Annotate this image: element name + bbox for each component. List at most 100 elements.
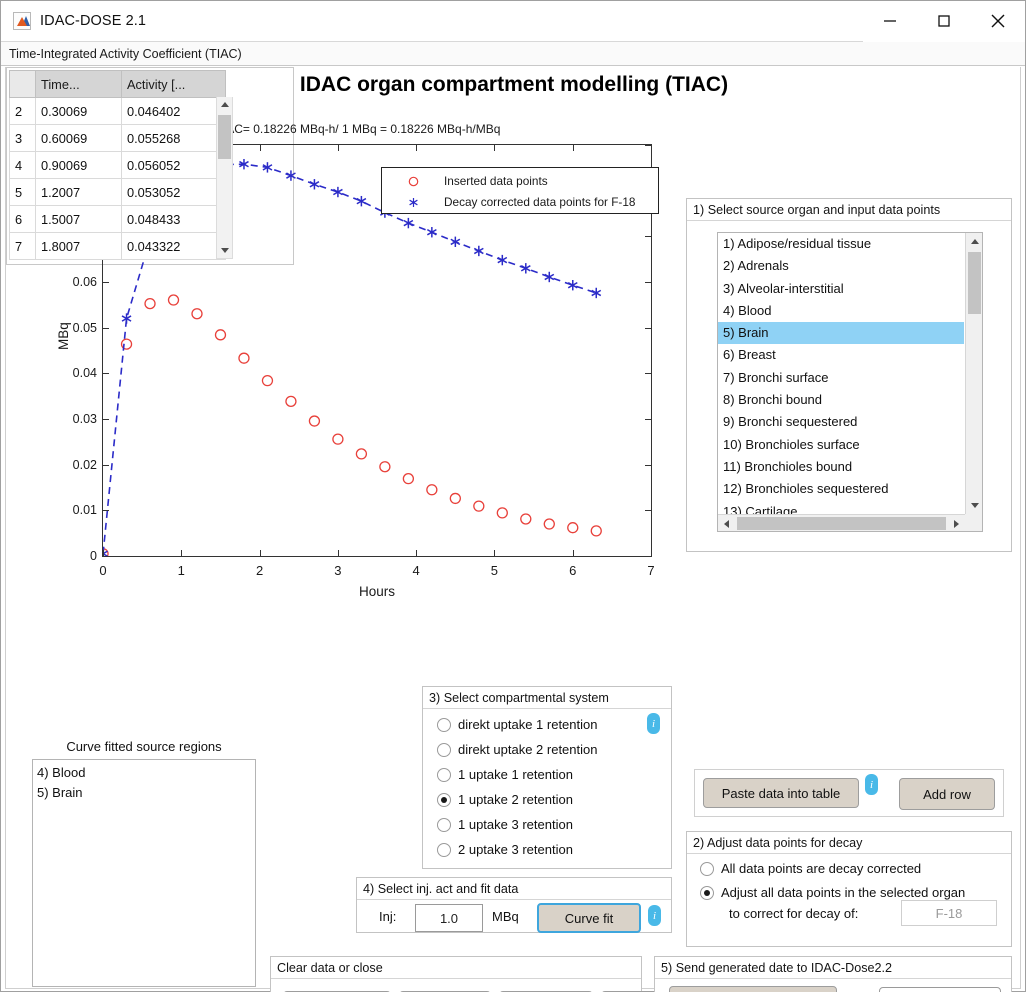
- table-row[interactable]: 51.20070.053052: [10, 179, 226, 206]
- curve-fitted-listbox[interactable]: 4) Blood5) Brain: [32, 759, 256, 987]
- radio-compartment-option[interactable]: 1 uptake 1 retention: [437, 767, 573, 782]
- scroll-thumb[interactable]: [968, 252, 981, 314]
- source-organ-panel-title: 1) Select source organ and input data po…: [687, 199, 1011, 221]
- table-row[interactable]: 20.300690.046402: [10, 98, 226, 125]
- table-cell-time[interactable]: 0.30069: [36, 98, 122, 125]
- organ-list-horizontal-scrollbar[interactable]: [718, 514, 965, 531]
- radio-compartment-option[interactable]: direkt uptake 2 retention: [437, 742, 597, 757]
- chart-ytick-mark: [103, 556, 109, 557]
- add-row-button[interactable]: Add row: [899, 778, 995, 810]
- paste-data-into-table-button[interactable]: Paste data into table: [703, 778, 859, 808]
- table-vertical-scrollbar[interactable]: [216, 97, 233, 259]
- organ-list-item[interactable]: 7) Bronchi surface: [718, 367, 964, 389]
- radio-icon[interactable]: [700, 886, 714, 900]
- curve-fitted-list-item[interactable]: 4) Blood: [33, 763, 255, 783]
- radio-icon[interactable]: [437, 718, 451, 732]
- inj-activity-input[interactable]: 1.0: [415, 904, 483, 932]
- radio-compartment-option[interactable]: 2 uptake 3 retention: [437, 842, 573, 857]
- title-bar: IDAC-DOSE 2.1: [1, 1, 1025, 42]
- organ-list-item[interactable]: 4) Blood: [718, 300, 964, 322]
- scroll-up-icon[interactable]: [217, 97, 232, 112]
- radio-compartment-option[interactable]: 1 uptake 3 retention: [437, 817, 573, 832]
- radio-label: direkt uptake 1 retention: [458, 717, 597, 732]
- chart-point-inserted: [544, 519, 554, 529]
- chart-xtick-label: 5: [491, 563, 498, 578]
- organ-list-item[interactable]: 11) Bronchioles bound: [718, 456, 964, 478]
- organ-list-item[interactable]: 8) Bronchi bound: [718, 389, 964, 411]
- organ-list-item[interactable]: 12) Bronchioles sequestered: [718, 478, 964, 500]
- phantom-dropdown[interactable]: All phantoms: [879, 987, 1001, 992]
- close-icon[interactable]: [971, 1, 1025, 42]
- organ-list-item[interactable]: 1) Adipose/residual tissue: [718, 233, 964, 255]
- nuclide-field[interactable]: F-18: [901, 900, 997, 926]
- curve-fit-button[interactable]: Curve fit: [537, 903, 641, 933]
- info-icon-paste[interactable]: i: [865, 774, 878, 795]
- table-cell-activity[interactable]: 0.048433: [122, 206, 226, 233]
- radio-compartment-option[interactable]: direkt uptake 1 retention: [437, 717, 597, 732]
- table-cell-activity[interactable]: 0.053052: [122, 179, 226, 206]
- table-cell-time[interactable]: 0.60069: [36, 125, 122, 152]
- chart-point-inserted: [286, 396, 296, 406]
- table-cell-time[interactable]: 1.8007: [36, 233, 122, 260]
- radio-icon[interactable]: [437, 843, 451, 857]
- table-cell-activity[interactable]: 0.043322: [122, 233, 226, 260]
- radio-icon[interactable]: [437, 818, 451, 832]
- chart-xtick-mark: [573, 550, 574, 556]
- radio-all-decay-corrected[interactable]: All data points are decay corrected: [700, 861, 921, 876]
- scroll-down-icon[interactable]: [217, 243, 232, 258]
- chart-point-inserted: [215, 330, 225, 340]
- table-row[interactable]: 40.900690.056052: [10, 152, 226, 179]
- table-cell-rownum: 6: [10, 206, 36, 233]
- organ-list-item[interactable]: 10) Bronchioles surface: [718, 434, 964, 456]
- table-cell-time[interactable]: 1.2007: [36, 179, 122, 206]
- organ-list-item[interactable]: 3) Alveolar-interstitial: [718, 278, 964, 300]
- radio-icon[interactable]: [437, 793, 451, 807]
- table-cell-activity[interactable]: 0.055268: [122, 125, 226, 152]
- table-row[interactable]: 30.600690.055268: [10, 125, 226, 152]
- hscroll-thumb[interactable]: [737, 517, 946, 530]
- radio-adjust-for-decay[interactable]: Adjust all data points in the selected o…: [700, 885, 965, 900]
- curve-fitted-list-item[interactable]: 5) Brain: [33, 783, 255, 803]
- chart-ytick-mark: [645, 328, 651, 329]
- chart-xtick-mark: [181, 550, 182, 556]
- table-row[interactable]: 61.50070.048433: [10, 206, 226, 233]
- organ-list-item[interactable]: 9) Bronchi sequestered: [718, 411, 964, 433]
- clear-panel-title: Clear data or close: [271, 957, 641, 979]
- organ-listbox[interactable]: 1) Adipose/residual tissue2) Adrenals3) …: [717, 232, 983, 532]
- table-cell-activity[interactable]: 0.046402: [122, 98, 226, 125]
- organ-list-item[interactable]: 6) Breast: [718, 344, 964, 366]
- data-table-wrap: Time... Activity [... 20.300690.04640230…: [9, 70, 237, 260]
- scroll-down-icon[interactable]: [966, 497, 983, 514]
- th-activity[interactable]: Activity [...: [122, 71, 226, 98]
- chart-point-inserted: [450, 493, 460, 503]
- minimize-icon[interactable]: [863, 1, 917, 42]
- radio-compartment-option[interactable]: 1 uptake 2 retention: [437, 792, 573, 807]
- chart-point-inserted: [356, 449, 366, 459]
- radio-label-adjust: Adjust all data points in the selected o…: [721, 885, 965, 900]
- scroll-right-icon[interactable]: [948, 515, 965, 532]
- table-cell-rownum: 4: [10, 152, 36, 179]
- chart-ytick-mark: [103, 419, 109, 420]
- window-title: IDAC-DOSE 2.1: [40, 13, 146, 29]
- chart-ytick-mark: [645, 465, 651, 466]
- th-time[interactable]: Time...: [36, 71, 122, 98]
- data-table[interactable]: Time... Activity [... 20.300690.04640230…: [9, 70, 226, 260]
- radio-icon[interactable]: [437, 743, 451, 757]
- maximize-icon[interactable]: [917, 1, 971, 42]
- organ-list-item[interactable]: 2) Adrenals: [718, 255, 964, 277]
- update-idac-dose-button[interactable]: Update IDAC-Dose2.2: [669, 986, 837, 992]
- organ-list-vertical-scrollbar[interactable]: [965, 233, 982, 514]
- table-cell-time[interactable]: 0.90069: [36, 152, 122, 179]
- menu-item-tiac[interactable]: Time-Integrated Activity Coefficient (TI…: [1, 47, 242, 61]
- table-cell-activity[interactable]: 0.056052: [122, 152, 226, 179]
- radio-icon[interactable]: [437, 768, 451, 782]
- info-icon-compartment[interactable]: i: [647, 713, 660, 734]
- organ-list-item[interactable]: 5) Brain: [718, 322, 964, 344]
- scroll-up-icon[interactable]: [966, 233, 983, 250]
- radio-icon[interactable]: [700, 862, 714, 876]
- info-icon-injection[interactable]: i: [648, 905, 661, 926]
- scroll-thumb[interactable]: [218, 115, 231, 159]
- scroll-left-icon[interactable]: [718, 515, 735, 532]
- table-cell-time[interactable]: 1.5007: [36, 206, 122, 233]
- table-row[interactable]: 71.80070.043322: [10, 233, 226, 260]
